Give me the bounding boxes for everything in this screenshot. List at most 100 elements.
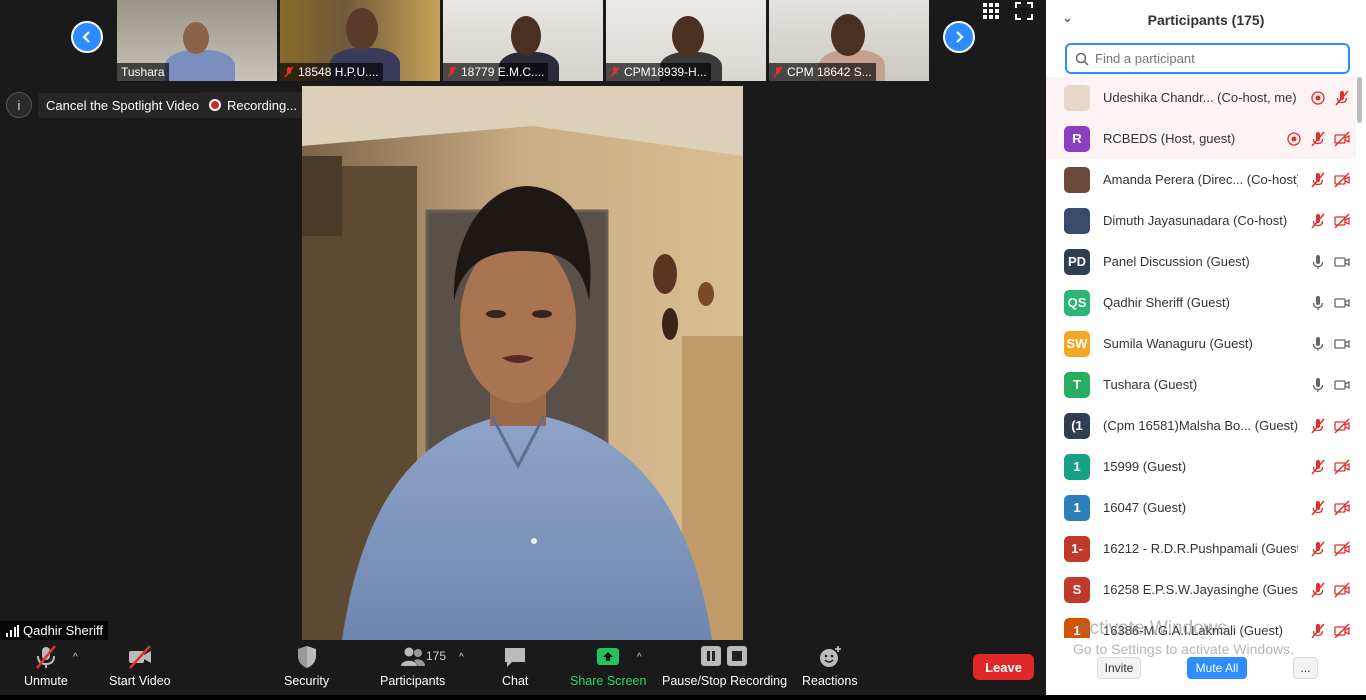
participant-name: Panel Discussion (Guest) bbox=[1103, 254, 1250, 269]
participant-status-icons bbox=[1310, 90, 1350, 106]
search-icon bbox=[1075, 52, 1089, 66]
mic-muted-icon[interactable] bbox=[1310, 582, 1326, 598]
participant-scrollbar[interactable] bbox=[1356, 77, 1362, 638]
participant-row[interactable]: QS Qadhir Sheriff (Guest) bbox=[1046, 282, 1356, 323]
participant-row[interactable]: Dimuth Jayasunadara (Co-host) bbox=[1046, 200, 1356, 241]
video-icon bbox=[1334, 256, 1350, 267]
mic-muted-icon[interactable] bbox=[1310, 172, 1326, 188]
mic-muted-icon[interactable] bbox=[1310, 213, 1326, 229]
participant-row[interactable]: SW Sumila Wanaguru (Guest) bbox=[1046, 323, 1356, 364]
share-screen-icon bbox=[597, 648, 620, 665]
mic-muted-icon[interactable] bbox=[1310, 541, 1326, 557]
more-options-button[interactable]: ... bbox=[1293, 657, 1318, 679]
mic-muted-icon[interactable] bbox=[1310, 418, 1326, 434]
participant-name: Qadhir Sheriff (Guest) bbox=[1103, 295, 1230, 310]
cancel-spotlight-button[interactable]: Cancel the Spotlight Video bbox=[38, 92, 207, 118]
avatar: 1 bbox=[1064, 453, 1090, 480]
unmute-button[interactable]: Unmute bbox=[24, 644, 68, 688]
participant-row[interactable]: 1 16047 (Guest) bbox=[1046, 487, 1356, 528]
security-button[interactable]: Security bbox=[284, 644, 329, 688]
thumbnail-label: CPM18939-H... bbox=[624, 65, 707, 79]
video-thumbnail[interactable]: Tushara bbox=[117, 0, 277, 81]
fullscreen-icon[interactable] bbox=[1015, 2, 1033, 20]
avatar: R bbox=[1064, 125, 1090, 152]
meeting-toolbar: Unmute ^ Start Video Security Participan bbox=[0, 640, 1046, 700]
participant-status-icons bbox=[1310, 417, 1350, 434]
participant-row[interactable]: 1 16386-M.G.A.I.Lakmali (Guest) bbox=[1046, 610, 1356, 638]
participant-row[interactable]: R RCBEDS (Host, guest) bbox=[1046, 118, 1356, 159]
info-icon[interactable]: i bbox=[6, 92, 32, 118]
video-thumbnail[interactable]: 18779 E.M.C.... bbox=[443, 0, 603, 81]
participant-search[interactable] bbox=[1065, 43, 1350, 74]
panel-header: ⌄ Participants (175) bbox=[1046, 0, 1366, 40]
participants-options-caret-icon[interactable]: ^ bbox=[459, 652, 464, 663]
participant-row[interactable]: 1 15999 (Guest) bbox=[1046, 446, 1356, 487]
participant-row[interactable]: Amanda Perera (Direc... (Co-host) bbox=[1046, 159, 1356, 200]
mic-muted-icon bbox=[773, 66, 783, 78]
mute-all-button[interactable]: Mute All bbox=[1187, 657, 1247, 679]
active-speaker-label: Qadhir Sheriff bbox=[0, 621, 108, 640]
participant-status-icons bbox=[1310, 254, 1350, 270]
video-off-icon bbox=[1334, 622, 1350, 638]
audio-options-caret-icon[interactable]: ^ bbox=[73, 652, 78, 663]
video-thumbnail[interactable]: CPM18939-H... bbox=[606, 0, 766, 81]
mic-icon[interactable] bbox=[1310, 295, 1326, 311]
thumbnail-name: CPM 18642 S... bbox=[769, 63, 876, 81]
speaker-name: Qadhir Sheriff bbox=[23, 623, 103, 638]
avatar: SW bbox=[1064, 330, 1090, 357]
share-options-caret-icon[interactable]: ^ bbox=[637, 652, 642, 663]
chat-label: Chat bbox=[502, 674, 529, 688]
participant-row[interactable]: S 16258 E.P.S.W.Jayasinghe (Guest) bbox=[1046, 569, 1356, 610]
mic-icon[interactable] bbox=[1310, 254, 1326, 270]
recording-label: Recording... bbox=[227, 97, 298, 113]
share-screen-button[interactable]: Share Screen bbox=[570, 644, 646, 688]
participant-row[interactable]: Udeshika Chandr... (Co-host, me) bbox=[1046, 77, 1356, 118]
participant-row[interactable]: PD Panel Discussion (Guest) bbox=[1046, 241, 1356, 282]
video-off-icon bbox=[1334, 417, 1350, 434]
mic-muted-icon[interactable] bbox=[1310, 500, 1326, 516]
mic-muted-icon[interactable] bbox=[1310, 459, 1326, 475]
avatar: 1- bbox=[1064, 535, 1090, 562]
invite-button[interactable]: Invite bbox=[1097, 657, 1141, 679]
panel-footer: Invite Mute All ... bbox=[1046, 640, 1366, 700]
participant-row[interactable]: (1 (Cpm 16581)Malsha Bo... (Guest) bbox=[1046, 405, 1356, 446]
spotlight-video[interactable] bbox=[302, 86, 743, 640]
gallery-view-icon[interactable] bbox=[982, 2, 1000, 20]
taskbar-edge bbox=[0, 695, 1366, 700]
avatar: S bbox=[1064, 576, 1090, 603]
video-icon bbox=[1334, 338, 1350, 349]
participant-row[interactable]: T Tushara (Guest) bbox=[1046, 364, 1356, 405]
video-thumbnail[interactable]: 18548 H.P.U.... bbox=[280, 0, 440, 81]
avatar: 1 bbox=[1064, 617, 1090, 638]
collapse-panel-icon[interactable]: ⌄ bbox=[1062, 10, 1073, 26]
participant-name: Dimuth Jayasunadara (Co-host) bbox=[1103, 213, 1288, 228]
chat-button[interactable]: Chat bbox=[502, 644, 528, 688]
panel-title: Participants (175) bbox=[1147, 12, 1265, 28]
participant-name: Udeshika Chandr... (Co-host, me) bbox=[1103, 90, 1297, 105]
mic-muted-icon[interactable] bbox=[1310, 623, 1326, 639]
mic-muted-icon[interactable] bbox=[1310, 131, 1326, 147]
avatar: (1 bbox=[1064, 412, 1090, 439]
emoji-icon bbox=[819, 646, 841, 667]
thumbnail-strip: Tushara 18548 H.P.U.... 18779 E.M.C.... bbox=[117, 0, 929, 81]
previous-page-button[interactable] bbox=[71, 21, 103, 53]
thumbnail-label: 18548 H.P.U.... bbox=[298, 65, 379, 79]
pause-stop-recording-button[interactable]: Pause/Stop Recording bbox=[662, 644, 787, 688]
avatar: T bbox=[1064, 371, 1090, 398]
start-video-button[interactable]: Start Video bbox=[109, 644, 171, 688]
next-page-button[interactable] bbox=[943, 21, 975, 53]
search-input[interactable] bbox=[1095, 51, 1335, 66]
mic-muted-icon[interactable] bbox=[1334, 90, 1350, 106]
leave-button[interactable]: Leave bbox=[973, 654, 1034, 680]
recording-icon bbox=[1287, 131, 1301, 146]
mic-muted-icon bbox=[610, 66, 620, 78]
scrollbar-thumb[interactable] bbox=[1357, 77, 1362, 123]
video-thumbnail[interactable]: CPM 18642 S... bbox=[769, 0, 929, 81]
participant-name: 16047 (Guest) bbox=[1103, 500, 1187, 515]
reactions-button[interactable]: Reactions bbox=[802, 644, 858, 688]
participant-status-icons bbox=[1310, 377, 1350, 393]
participant-row[interactable]: 1- 16212 - R.D.R.Pushpamali (Guest) bbox=[1046, 528, 1356, 569]
mic-icon[interactable] bbox=[1310, 336, 1326, 352]
mic-icon[interactable] bbox=[1310, 377, 1326, 393]
thumbnail-label: 18779 E.M.C.... bbox=[461, 65, 545, 79]
